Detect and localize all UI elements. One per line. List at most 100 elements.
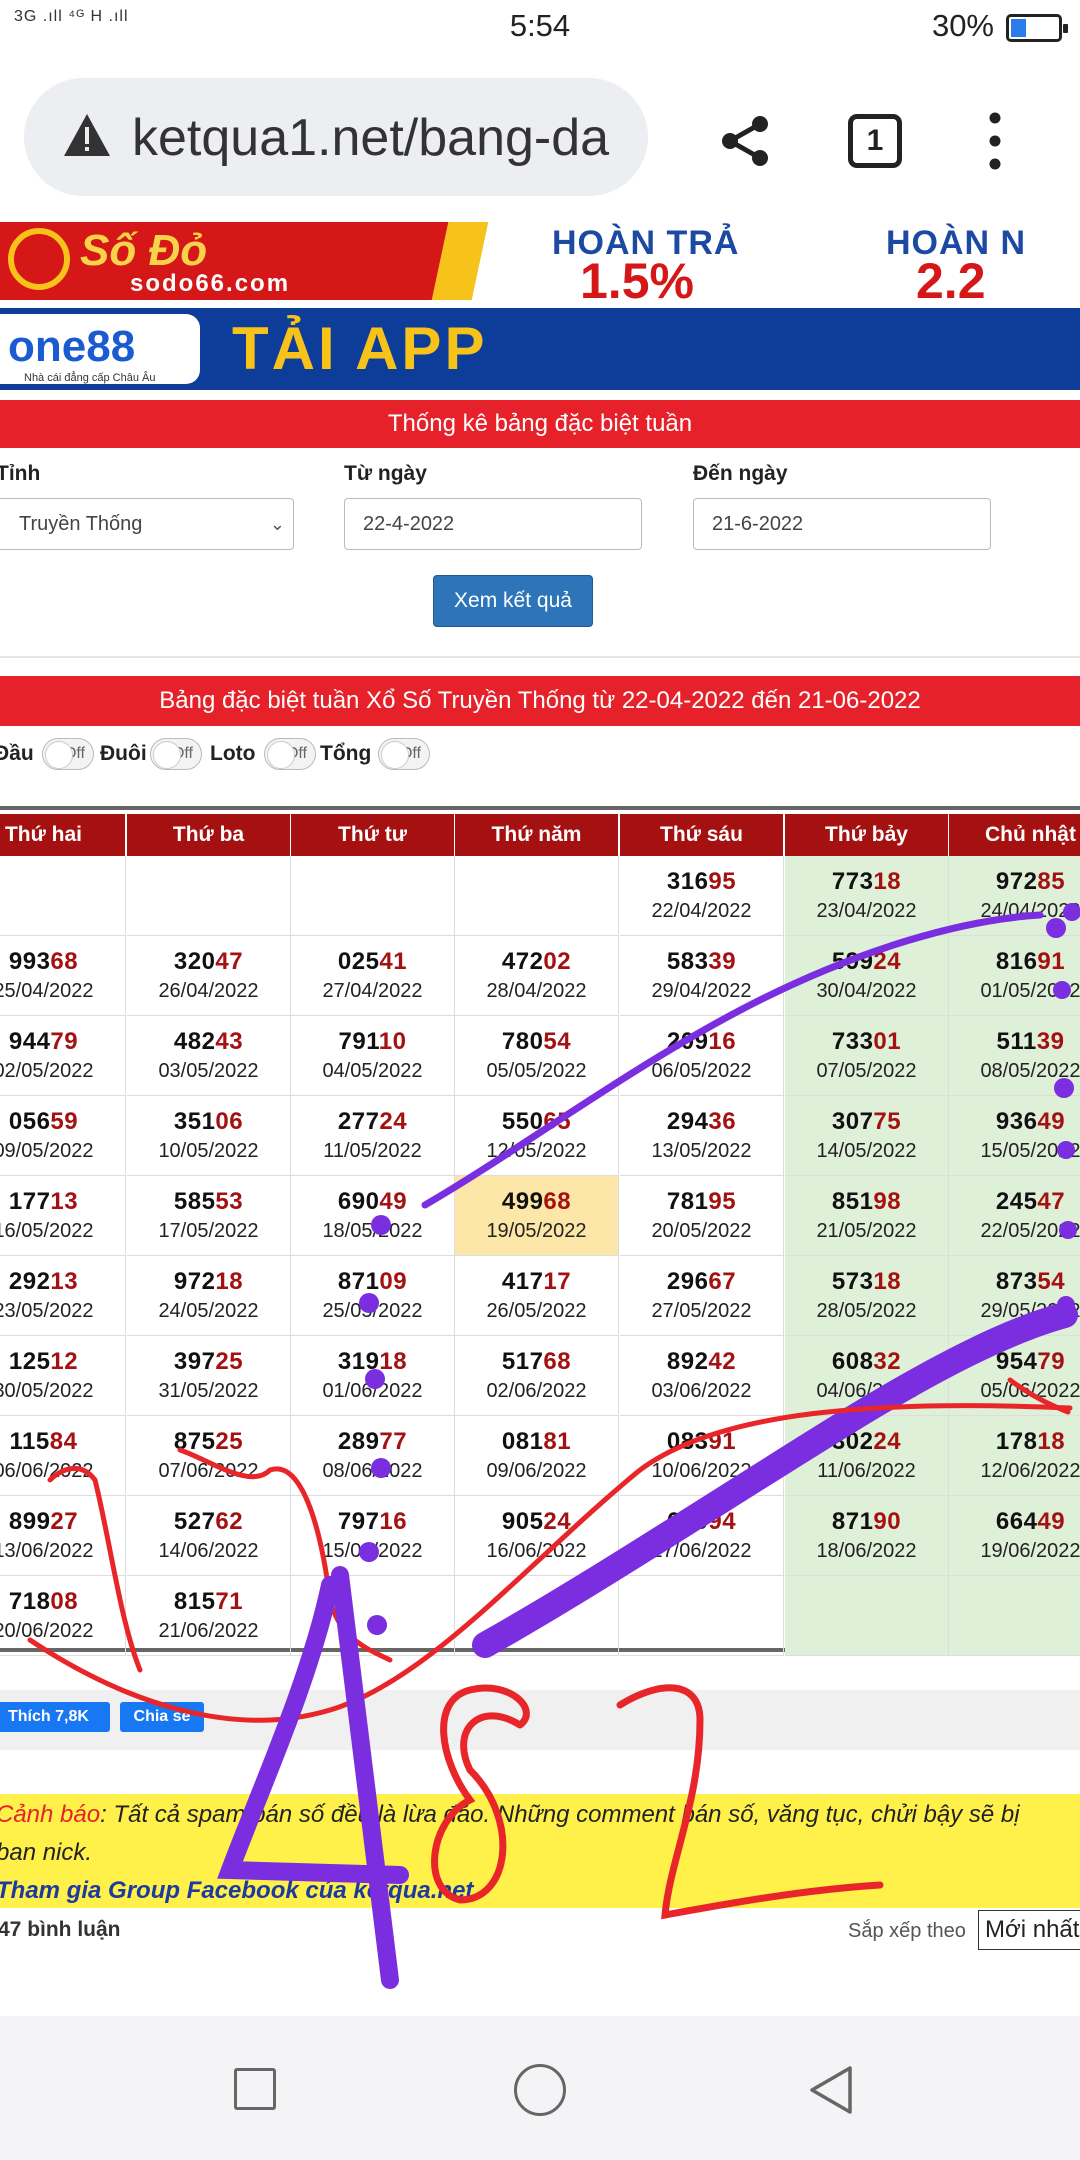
home-icon[interactable] <box>514 2064 566 2116</box>
number-head: 319 <box>337 1348 380 1375</box>
battery-icon <box>1006 14 1068 42</box>
draw-date: 18/06/2022 <box>816 1540 917 1562</box>
share-icon[interactable] <box>718 114 772 168</box>
facebook-share-button[interactable]: Chia sẻ <box>120 1702 204 1732</box>
draw-date: 21/06/2022 <box>158 1620 259 1642</box>
number-head: 081 <box>501 1428 544 1455</box>
number-tail: 13 <box>50 1188 79 1215</box>
warning-text: : Tất cả spam bán số đều là lừa đảo. Nhữ… <box>100 1801 1020 1828</box>
results-table: Thứ hai Thứ ba Thứ tư Thứ năm Thứ sáu Thứ bảy… <box>0 806 1080 1656</box>
number-head: 289 <box>337 1428 380 1455</box>
number-tail: 25 <box>215 1428 244 1455</box>
number-head: 599 <box>831 948 874 975</box>
draw-date: 28/04/2022 <box>486 980 587 1002</box>
number-tail: 54 <box>1037 1268 1066 1295</box>
one88-logo: one88 Nhà cái đẳng cấp Châu Âu <box>0 314 200 384</box>
toggle-loto[interactable]: Off <box>264 738 316 770</box>
special-prize-number: 99368 <box>0 948 125 978</box>
number-head: 302 <box>831 1428 874 1455</box>
one88-tagline: Nhà cái đẳng cấp Châu Âu <box>24 372 156 384</box>
from-date-input[interactable]: 22-4-2022 <box>344 498 642 550</box>
warning-heading: Cảnh báo <box>0 1801 101 1828</box>
number-head: 351 <box>173 1108 216 1135</box>
toggle-label-duoi: Đuôi <box>100 742 147 765</box>
url-text[interactable]: ketqua1.net/bang-da <box>132 108 609 168</box>
table-cell: 81691 01/05/2022 <box>949 936 1080 1016</box>
toggle-dau[interactable]: Off <box>42 738 94 770</box>
number-tail: 02 <box>543 948 572 975</box>
toggle-label-tong: Tổng <box>320 742 372 765</box>
draw-date: 07/05/2022 <box>816 1060 917 1082</box>
draw-date: 03/05/2022 <box>158 1060 259 1082</box>
special-prize-number: 11584 <box>0 1428 125 1458</box>
toggle-tong[interactable]: Off <box>378 738 430 770</box>
table-cell: 89927 13/06/2022 <box>0 1496 126 1576</box>
draw-date: 25/05/2022 <box>322 1300 423 1322</box>
back-icon[interactable] <box>806 2064 856 2116</box>
more-options-icon[interactable] <box>980 110 1010 172</box>
tab-switcher-button[interactable]: 1 <box>848 114 902 168</box>
draw-date: 05/05/2022 <box>486 1060 587 1082</box>
special-prize-number: 47202 <box>455 948 618 978</box>
number-head: 791 <box>338 1028 379 1055</box>
number-tail: 68 <box>543 1188 572 1215</box>
special-prize-number: 41717 <box>455 1268 618 1298</box>
table-cell: 29213 23/05/2022 <box>0 1256 126 1336</box>
number-tail: 65 <box>543 1108 572 1135</box>
draw-date: 11/05/2022 <box>323 1140 422 1162</box>
table-cell: 99368 25/04/2022 <box>0 936 126 1016</box>
number-tail: 01 <box>873 1028 902 1055</box>
recent-apps-icon[interactable] <box>234 2068 276 2110</box>
draw-date: 22/04/2022 <box>651 900 752 922</box>
facebook-group-link[interactable]: Tham gia Group Facebook của ketqua.net <box>0 1872 473 1910</box>
app-download-title: TẢI APP <box>232 315 488 382</box>
table-cell: 30224 11/06/2022 <box>785 1416 949 1496</box>
table-cell: 31918 01/06/2022 <box>291 1336 455 1416</box>
number-head: 892 <box>666 1348 709 1375</box>
table-cell: 85198 21/05/2022 <box>785 1176 949 1256</box>
number-head: 125 <box>8 1348 51 1375</box>
draw-date: 09/05/2022 <box>0 1140 94 1162</box>
number-tail: 27 <box>50 1508 79 1535</box>
result-title: Bảng đặc biệt tuần Xổ Số Truyền Thống từ… <box>0 676 1080 726</box>
number-head: 115 <box>9 1428 50 1455</box>
number-head: 573 <box>831 1268 874 1295</box>
table-cell: 52762 14/06/2022 <box>127 1496 291 1576</box>
table-cell: 48243 03/05/2022 <box>127 1016 291 1096</box>
table-cell: 51139 08/05/2022 <box>949 1016 1080 1096</box>
number-tail: 79 <box>1037 1348 1066 1375</box>
table-header: Thứ hai Thứ ba Thứ tư Thứ năm Thứ sáu Thứ bảy… <box>0 814 1080 856</box>
draw-date: 24/04/2022 <box>980 900 1080 922</box>
column-header: Thứ bảy <box>785 814 948 856</box>
draw-date: 23/04/2022 <box>816 900 917 922</box>
ad-banner-sodo[interactable]: Số Đỏ sodo66.com HOÀN TRẢ 1.5% HOÀN N 2.… <box>0 222 1080 300</box>
draw-date: 04/05/2022 <box>322 1060 423 1082</box>
to-date-input[interactable]: 21-6-2022 <box>693 498 991 550</box>
special-prize-number: 29667 <box>620 1268 783 1298</box>
special-prize-number: 27724 <box>291 1108 454 1138</box>
draw-date: 05/06/2022 <box>980 1380 1080 1402</box>
toggle-duoi[interactable]: Off <box>150 738 202 770</box>
number-tail: 49 <box>1037 1508 1066 1535</box>
table-cell <box>455 856 619 936</box>
table-cell: 17713 16/05/2022 <box>0 1176 126 1256</box>
address-bar[interactable]: ketqua1.net/bang-da <box>24 78 648 196</box>
refund-value-2: 2.2 <box>916 253 986 300</box>
warning-icon[interactable] <box>62 112 112 158</box>
special-prize-number: 85198 <box>785 1188 948 1218</box>
draw-date: 02/06/2022 <box>486 1380 587 1402</box>
draw-date: 31/05/2022 <box>158 1380 259 1402</box>
number-tail: 13 <box>50 1268 79 1295</box>
number-head: 690 <box>337 1188 380 1215</box>
table-cell: 77318 23/04/2022 <box>785 856 949 936</box>
number-head: 797 <box>337 1508 380 1535</box>
ad-banner-one88[interactable]: one88 Nhà cái đẳng cấp Châu Âu TẢI APP <box>0 308 1080 390</box>
special-prize-number: 17713 <box>0 1188 125 1218</box>
sort-select[interactable]: Mới nhất <box>978 1910 1080 1950</box>
number-tail: 39 <box>708 948 737 975</box>
view-results-button[interactable]: Xem kết quả <box>433 575 593 627</box>
facebook-like-button[interactable]: Thích 7,8K <box>0 1702 110 1732</box>
number-head: 417 <box>501 1268 544 1295</box>
draw-date: 06/05/2022 <box>651 1060 752 1082</box>
province-select[interactable]: Truyền Thống ⌄ <box>0 498 294 550</box>
